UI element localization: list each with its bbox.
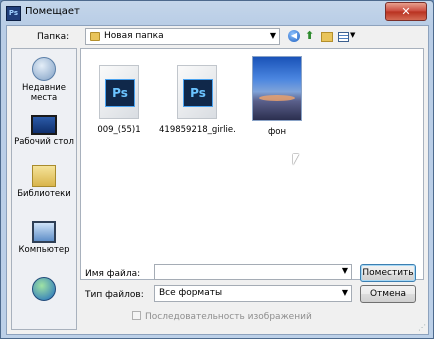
filename-field[interactable]: ▼ (154, 264, 352, 280)
place-label: Библиотеки (17, 189, 71, 199)
place-libraries[interactable]: Библиотеки (12, 165, 76, 199)
desktop-icon (31, 115, 57, 135)
photoshop-app-icon: Ps (6, 6, 21, 21)
filetype-dropdown[interactable]: Все форматы ▼ (154, 285, 352, 302)
libraries-icon (32, 165, 56, 187)
folder-label: Папка: (37, 32, 70, 42)
dialog-title: Помещает (25, 6, 80, 17)
filename-label: Имя файла: (85, 269, 141, 279)
close-button[interactable]: ✕ (385, 2, 427, 21)
title-bar[interactable]: Ps Помещает ✕ (1, 1, 433, 25)
image-sequence-label: Последовательность изображений (145, 312, 312, 322)
new-folder-icon[interactable] (321, 32, 333, 42)
place-computer[interactable]: Компьютер (12, 221, 76, 255)
mouse-cursor-icon (293, 154, 299, 165)
place-button[interactable]: Поместить (360, 264, 416, 282)
chevron-down-icon: ▼ (341, 288, 348, 297)
file-name: 419859218_girlie... (159, 125, 235, 135)
file-name: 009_(55)1 (97, 125, 141, 135)
image-sequence-option[interactable]: Последовательность изображений (132, 311, 312, 322)
filename-input[interactable] (155, 265, 341, 279)
file-item[interactable]: фон (239, 55, 315, 137)
file-list: Ps 009_(55)1 Ps 419859218_girlie... фон (80, 48, 424, 280)
up-folder-icon[interactable]: ⬆ (305, 30, 317, 44)
place-dialog: Ps Помещает ✕ Папка: Новая папка ▼ ◀ ⬆ ▼… (0, 0, 434, 339)
folder-icon (90, 32, 100, 41)
filetype-label: Тип файлов: (85, 290, 144, 300)
file-item[interactable]: Ps 009_(55)1 (81, 55, 157, 135)
file-name: фон (267, 127, 287, 137)
file-item[interactable]: Ps 419859218_girlie... (159, 55, 235, 135)
folder-dropdown[interactable]: Новая папка ▼ (85, 28, 280, 45)
image-thumbnail (252, 56, 302, 121)
image-sequence-checkbox[interactable] (132, 311, 141, 320)
place-label: Недавние места (21, 83, 67, 103)
place-desktop[interactable]: Рабочий стол (12, 115, 76, 147)
place-recent[interactable]: Недавние места (12, 57, 76, 103)
photoshop-icon: Ps (183, 79, 213, 107)
recent-places-icon (32, 57, 56, 81)
back-icon[interactable]: ◀ (288, 30, 300, 42)
cancel-button[interactable]: Отмена (360, 285, 416, 303)
chevron-down-icon[interactable]: ▼ (342, 266, 348, 275)
place-label: Рабочий стол (14, 137, 74, 147)
resize-grip-icon[interactable]: ⋰ (418, 323, 426, 332)
psd-file-icon: Ps (177, 65, 217, 119)
filetype-value: Все форматы (159, 288, 223, 298)
computer-icon (32, 221, 56, 243)
place-network[interactable] (12, 277, 76, 301)
place-label: Компьютер (18, 245, 70, 255)
photoshop-icon: Ps (105, 79, 135, 107)
psd-file-icon: Ps (99, 65, 139, 119)
view-menu-arrow-icon[interactable]: ▼ (350, 31, 355, 45)
chevron-down-icon: ▼ (269, 31, 276, 40)
places-sidebar: Недавние места Рабочий стол Библиотеки К… (11, 48, 77, 330)
network-icon (32, 277, 56, 301)
folder-name: Новая папка (104, 31, 164, 41)
view-menu-icon[interactable] (338, 32, 349, 42)
dialog-body: Папка: Новая папка ▼ ◀ ⬆ ▼ Недавние мест… (6, 25, 429, 335)
